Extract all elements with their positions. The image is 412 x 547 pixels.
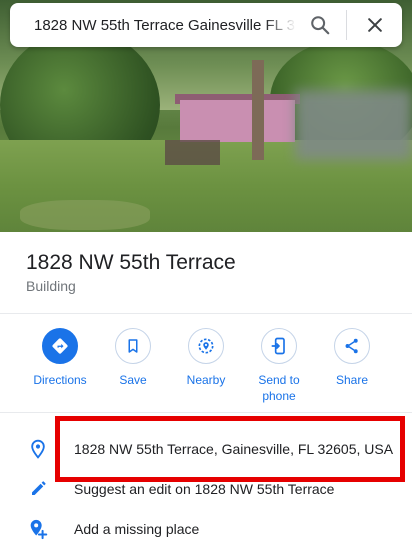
save-label: Save — [119, 373, 147, 387]
photo-debris — [165, 140, 220, 165]
address-icon-wrap — [27, 438, 49, 460]
add-place-text: Add a missing place — [74, 521, 200, 537]
directions-label: Directions — [33, 373, 87, 387]
photo-tree-trunk — [252, 60, 264, 160]
nearby-label: Nearby — [186, 373, 226, 387]
save-circle — [115, 328, 151, 364]
search-icon — [311, 16, 330, 35]
add-place-row[interactable]: Add a missing place — [0, 511, 412, 547]
save-button[interactable]: Save — [98, 328, 168, 388]
add-location-icon — [30, 519, 48, 540]
search-divider — [346, 10, 347, 40]
photo-blurred-area — [295, 90, 412, 160]
place-title: 1828 NW 55th Terrace — [26, 251, 236, 274]
nearby-icon — [198, 338, 214, 354]
send-to-phone-label: Send to phone — [258, 373, 300, 403]
search-button[interactable] — [307, 12, 333, 38]
search-input[interactable]: 1828 NW 55th Terrace Gainesville FL 3 — [34, 15, 296, 37]
photo-path — [20, 200, 150, 230]
suggest-edit-text: Suggest an edit on 1828 NW 55th Terrace — [74, 481, 335, 497]
nearby-circle — [188, 328, 224, 364]
share-circle — [334, 328, 370, 364]
address-row[interactable]: 1828 NW 55th Terrace, Gainesville, FL 32… — [0, 431, 412, 467]
send-to-phone-icon — [271, 337, 285, 355]
close-button[interactable] — [362, 12, 388, 38]
send-to-phone-circle — [261, 328, 297, 364]
divider — [0, 412, 412, 413]
address-text: 1828 NW 55th Terrace, Gainesville, FL 32… — [74, 441, 394, 457]
location-pin-icon — [31, 439, 45, 459]
nearby-button[interactable]: Nearby — [171, 328, 241, 388]
search-bar: 1828 NW 55th Terrace Gainesville FL 3 — [10, 3, 402, 47]
photo-house — [180, 100, 295, 142]
send-to-phone-button[interactable]: Send to phone — [244, 328, 314, 404]
suggest-edit-row[interactable]: Suggest an edit on 1828 NW 55th Terrace — [0, 471, 412, 507]
suggest-edit-icon-wrap — [27, 478, 49, 500]
share-label: Share — [335, 373, 369, 387]
divider — [0, 313, 412, 314]
directions-button[interactable]: Directions — [25, 328, 95, 388]
directions-icon — [52, 338, 68, 354]
bookmark-icon — [128, 339, 138, 353]
place-category[interactable]: Building — [26, 277, 76, 295]
close-icon — [368, 18, 382, 32]
pencil-icon — [32, 481, 46, 495]
directions-circle — [42, 328, 78, 364]
share-icon — [345, 338, 358, 354]
add-place-icon-wrap — [27, 518, 49, 540]
share-button[interactable]: Share — [317, 328, 387, 388]
